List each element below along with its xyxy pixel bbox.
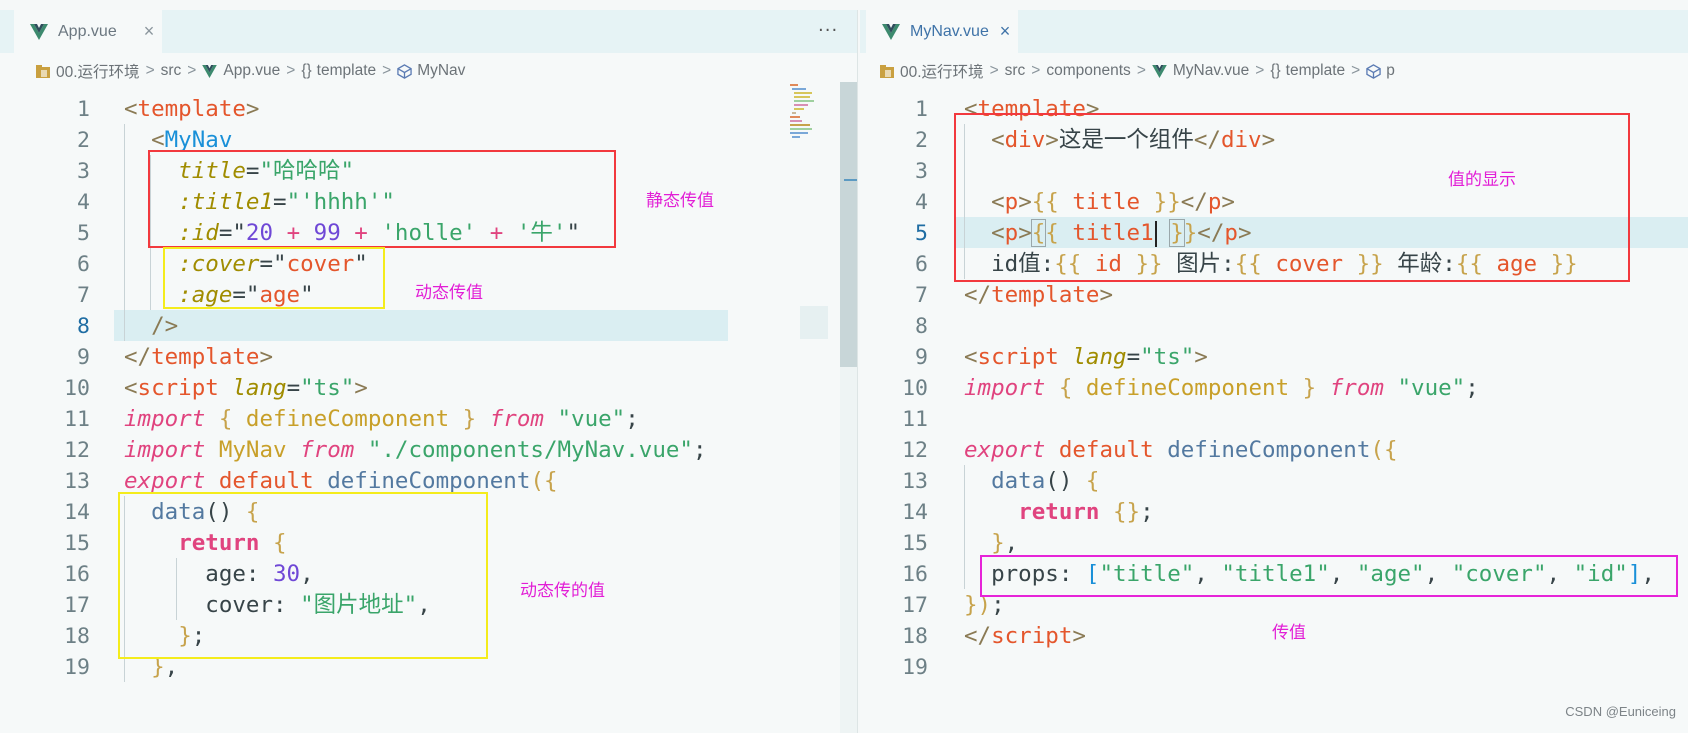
code-line: 1 <template> — [915, 96, 1100, 122]
chevron-right-icon: > — [1351, 62, 1361, 79]
code-line: 16 props: ["title", "title1", "age", "co… — [902, 561, 1655, 587]
tab-title: MyNav.vue — [910, 22, 989, 40]
tab-title: App.vue — [58, 22, 117, 40]
code-line: 16 age: 30, — [64, 561, 314, 587]
cube-icon — [1366, 63, 1381, 79]
window-top-strip — [0, 0, 1688, 10]
breadcrumb-item[interactable]: components — [1046, 62, 1130, 80]
code-line: 2 <div>这是一个组件</div> — [915, 127, 1276, 153]
annotation-dynamic-values: 动态传的值 — [520, 581, 605, 600]
code-line: 19 }, — [64, 654, 179, 680]
code-line: 14 return {}; — [902, 499, 1154, 525]
breadcrumb-item[interactable]: template — [317, 62, 376, 80]
code-line: 2 <MyNav — [77, 127, 233, 153]
code-line: 8 — [915, 314, 928, 339]
vue-icon — [1152, 64, 1167, 78]
close-icon[interactable]: × — [992, 21, 1018, 42]
chevron-right-icon: > — [989, 62, 999, 79]
right-tab-bar: MyNav.vue × — [860, 10, 1688, 53]
annotation-static: 静态传值 — [646, 191, 714, 210]
code-line: 12 import MyNav from "./components/MyNav.… — [64, 437, 707, 463]
code-line: 4 :title1="'hhhh'" — [77, 189, 395, 215]
code-line: 19 — [902, 655, 928, 680]
code-line: 3 title="哈哈哈" — [77, 158, 355, 184]
braces-icon: {} — [301, 62, 312, 79]
folder-icon — [36, 64, 50, 78]
code-line: 10 import { defineComponent } from "vue"; — [902, 375, 1479, 401]
left-editor-pane: App.vue × ··· 00.运行环境 > src > App.vue > … — [0, 10, 858, 733]
code-line: 14 data() { — [64, 499, 260, 525]
code-line: 9 <script lang="ts"> — [915, 344, 1208, 370]
chevron-right-icon: > — [382, 62, 392, 79]
cube-icon — [397, 63, 412, 79]
code-line: 5 :id="20 + 99 + 'holle' + '牛'" — [77, 220, 580, 246]
code-line: 17 cover: "图片地址", — [64, 592, 431, 618]
breadcrumb-item[interactable]: src — [1005, 62, 1026, 80]
code-line: 18 }; — [64, 623, 206, 649]
vue-icon — [882, 23, 900, 40]
chevron-right-icon: > — [1031, 62, 1041, 79]
close-icon[interactable]: × — [136, 21, 162, 42]
code-line: 1 <template> — [77, 96, 260, 122]
breadcrumb-item[interactable]: 00.运行环境 — [900, 60, 984, 82]
indent-guide — [124, 496, 125, 682]
breadcrumb: 00.运行环境 > src > components > MyNav.vue >… — [860, 53, 1688, 89]
chevron-right-icon: > — [1136, 62, 1146, 79]
code-line: 13 export default defineComponent({ — [64, 468, 558, 494]
breadcrumb-item[interactable]: src — [161, 62, 182, 80]
indent-guide — [124, 124, 125, 341]
vertical-scrollbar[interactable] — [840, 82, 857, 367]
code-line: 11 — [902, 407, 928, 432]
indent-guide — [964, 465, 965, 589]
code-line: 9 </template> — [77, 344, 274, 370]
text-cursor — [1154, 220, 1157, 247]
breadcrumb-item[interactable]: App.vue — [223, 62, 280, 80]
watermark: CSDN @Euniceing — [1565, 704, 1676, 719]
code-line-current: 8 /> — [0, 310, 858, 343]
code-line: 11 import { defineComponent } from "vue"; — [64, 406, 639, 432]
code-line: 6 :cover="cover" — [77, 251, 368, 277]
current-line-ruler — [800, 306, 828, 339]
more-actions-icon[interactable]: ··· — [818, 20, 838, 41]
code-line: 13 data() { — [902, 468, 1100, 494]
code-line-current: 5 <p>{{ title1 }}</p> — [860, 217, 1688, 250]
indent-guide — [176, 558, 177, 620]
annotation-dynamic: 动态传值 — [415, 283, 483, 302]
annotation-pass: 传值 — [1272, 623, 1306, 642]
annotation-display: 值的显示 — [1448, 170, 1516, 189]
braces-icon: {} — [1270, 62, 1281, 79]
right-editor-pane: MyNav.vue × 00.运行环境 > src > components >… — [860, 10, 1688, 733]
chevron-right-icon: > — [1255, 62, 1265, 79]
breadcrumb-item[interactable]: 00.运行环境 — [56, 60, 140, 82]
tab-app-vue[interactable]: App.vue × — [14, 10, 162, 53]
vue-icon — [202, 64, 218, 78]
vue-icon — [30, 23, 48, 40]
code-line: 7 </template> — [915, 282, 1114, 308]
code-line: 4 <p>{{ title }}</p> — [915, 189, 1235, 215]
code-line: 12 export default defineComponent({ — [902, 437, 1398, 463]
code-line: 6 id值:{{ id }} 图片:{{ cover }} 年龄:{{ age … — [915, 251, 1578, 277]
left-tab-bar: App.vue × ··· — [0, 10, 858, 53]
breadcrumb: 00.运行环境 > src > App.vue > {} template > … — [0, 53, 858, 89]
breadcrumb-item[interactable]: MyNav — [417, 62, 465, 80]
split-divider[interactable] — [857, 10, 858, 733]
minimap[interactable] — [790, 82, 814, 152]
indent-guide — [150, 155, 151, 310]
breadcrumb-item[interactable]: MyNav.vue — [1173, 62, 1249, 80]
scrollbar-track[interactable] — [840, 367, 857, 733]
breadcrumb-item[interactable]: template — [1286, 62, 1345, 80]
tab-mynav-vue[interactable]: MyNav.vue × — [866, 10, 1018, 53]
indent-guide — [964, 124, 965, 279]
chevron-right-icon: > — [286, 62, 296, 79]
code-line: 3 — [915, 159, 928, 184]
code-line: 15 return { — [64, 530, 287, 556]
code-line: 10 <script lang="ts"> — [64, 375, 368, 401]
chevron-right-icon: > — [145, 62, 155, 79]
folder-icon — [880, 64, 894, 78]
breadcrumb-item[interactable]: p — [1386, 62, 1395, 80]
overview-ruler-mark — [844, 179, 858, 181]
chevron-right-icon: > — [187, 62, 197, 79]
code-line: 15 }, — [902, 530, 1019, 556]
